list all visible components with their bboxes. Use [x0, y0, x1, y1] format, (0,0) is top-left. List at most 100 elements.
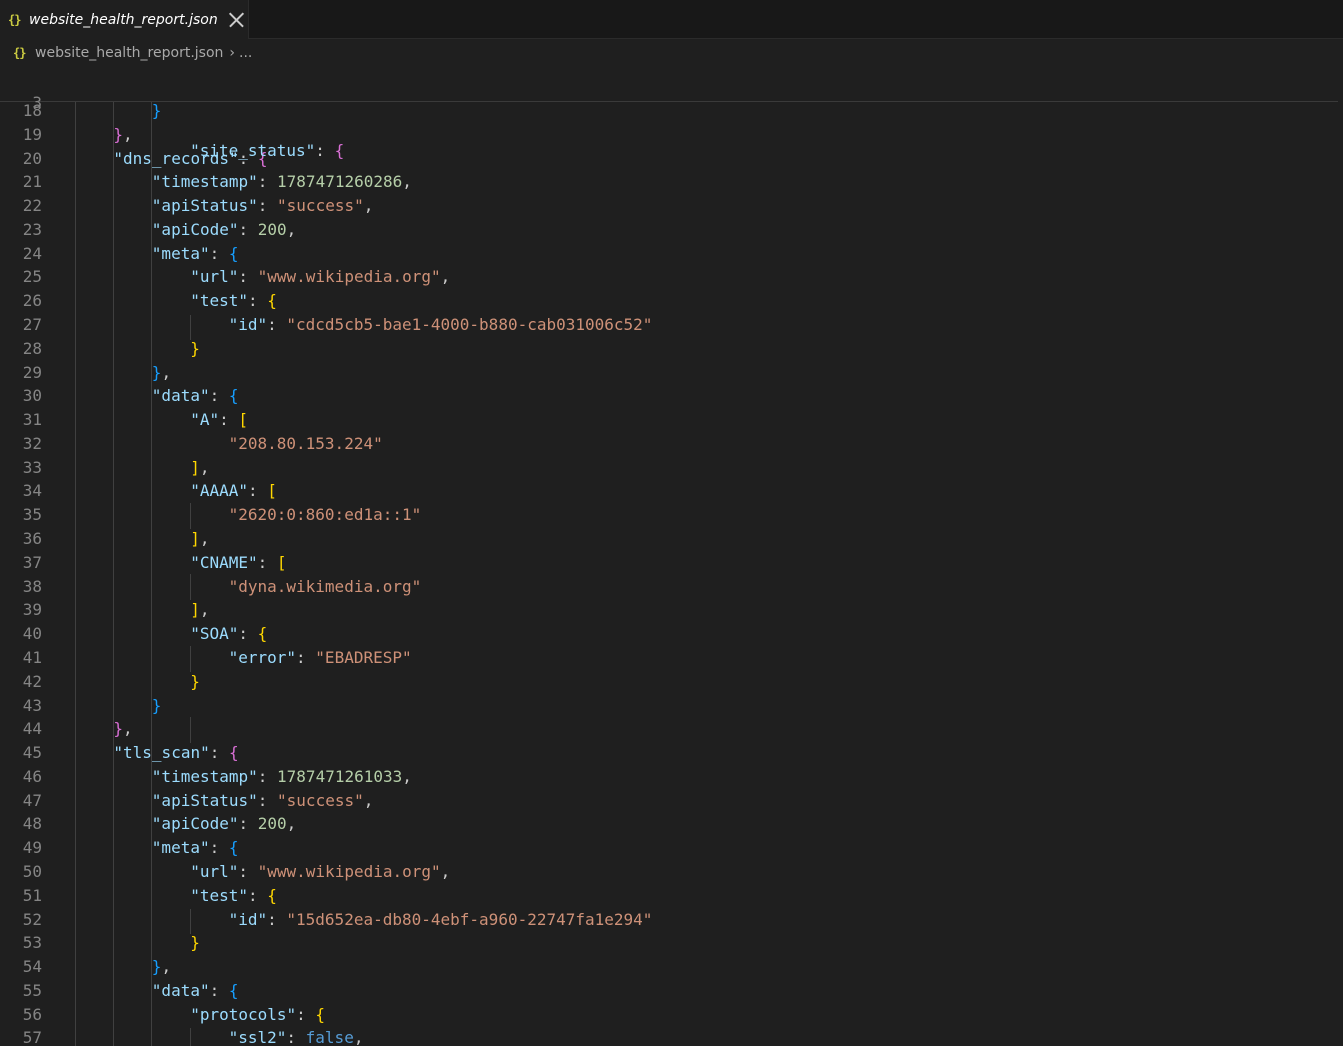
json-bracket: } [151, 957, 162, 977]
json-key: "meta" [151, 243, 210, 263]
json-punctuation: , [161, 362, 172, 382]
code-line[interactable]: 56 "protocols": { [0, 1003, 1343, 1027]
code-line[interactable]: 31 "A": [ [0, 408, 1343, 432]
line-number: 25 [22, 267, 42, 287]
code-line[interactable]: 37 "CNAME": [ [0, 551, 1343, 575]
code-line[interactable]: 48 "apiCode": 200, [0, 812, 1343, 836]
code-line[interactable]: 26 "test": { [0, 289, 1343, 313]
sticky-scroll-header[interactable]: 3 "site_status": { [0, 67, 1338, 160]
json-punctuation: , [363, 196, 374, 216]
code-line[interactable]: 44}, [0, 717, 1343, 741]
line-number: 53 [22, 933, 42, 953]
code-line[interactable]: 45 "tls_scan": { [0, 741, 1343, 765]
code-line[interactable]: 51 "test": { [0, 884, 1343, 908]
code-line[interactable]: 40 "SOA": { [0, 622, 1343, 646]
line-number: 57 [22, 1028, 42, 1046]
json-braces-icon: {} [8, 12, 21, 27]
json-key: "apiStatus" [151, 196, 258, 216]
line-number: 49 [22, 838, 42, 858]
code-line[interactable]: 52 "id": "15d652ea-db80-4ebf-a960-22747fa… [0, 908, 1343, 932]
close-icon[interactable] [227, 11, 245, 29]
json-punctuation: , [440, 267, 451, 287]
code-line[interactable]: 54}, [0, 955, 1343, 979]
code-line[interactable]: 43} [0, 694, 1343, 718]
code-line[interactable]: 55 "data": { [0, 979, 1343, 1003]
code-line[interactable]: 42} [0, 670, 1343, 694]
indent-guide [151, 101, 152, 1046]
json-punctuation: : [257, 552, 277, 572]
code-line[interactable]: 25 "url": "www.wikipedia.org", [0, 265, 1343, 289]
json-number: 200 [257, 814, 287, 834]
line-number: 37 [22, 552, 42, 572]
code-line[interactable]: 23 "apiCode": 200, [0, 218, 1343, 242]
json-key: "SOA" [190, 624, 239, 644]
code-line[interactable]: 38 "dyna.wikimedia.org" [0, 575, 1343, 599]
json-punctuation: : [286, 1028, 306, 1046]
code-line[interactable]: 49 "meta": { [0, 836, 1343, 860]
breadcrumb-file[interactable]: website_health_report.json [35, 45, 223, 61]
code-line[interactable]: 32 "208.80.153.224" [0, 432, 1343, 456]
code-editor[interactable]: 3 "site_status": { 18} 19}, 20 "dns_records… [0, 67, 1343, 1046]
code-line[interactable]: 41 "error": "EBADRESP" [0, 646, 1343, 670]
json-bracket: [ [238, 410, 248, 430]
breadcrumb-more[interactable]: ... [239, 45, 252, 61]
line-number: 31 [22, 410, 42, 430]
json-bracket: ] [190, 600, 200, 620]
code-line[interactable]: 34 "AAAA": [ [0, 479, 1343, 503]
code-line[interactable]: 47 "apiStatus": "success", [0, 789, 1343, 813]
line-number: 29 [22, 362, 42, 382]
line-number: 27 [22, 315, 42, 335]
json-punctuation: : [238, 814, 258, 834]
json-bracket: { [228, 980, 239, 1000]
json-bracket: { [228, 243, 239, 263]
line-number: 21 [22, 172, 42, 192]
code-line[interactable]: 53} [0, 931, 1343, 955]
code-line[interactable]: 29}, [0, 361, 1343, 385]
tab-label: website_health_report.json [29, 11, 218, 28]
json-punctuation: , [363, 790, 374, 810]
json-key: "site_status" [190, 141, 316, 160]
code-line[interactable]: 24 "meta": { [0, 242, 1343, 266]
line-number: 23 [22, 219, 42, 239]
json-bracket: ] [190, 529, 200, 549]
json-braces-icon: {} [13, 46, 26, 60]
indent-guide [113, 101, 114, 1046]
json-bracket: { [228, 838, 239, 858]
code-line[interactable]: 50 "url": "www.wikipedia.org", [0, 860, 1343, 884]
json-string: "2620:0:860:ed1a::1" [228, 505, 422, 525]
code-line[interactable]: 36], [0, 527, 1343, 551]
line-number: 47 [22, 790, 42, 810]
line-number: 34 [22, 481, 42, 501]
tab-bar: {} website_health_report.json [0, 0, 1343, 39]
code-line[interactable]: 27 "id": "cdcd5cb5-bae1-4000-b880-cab0310… [0, 313, 1343, 337]
json-punctuation: : [267, 909, 287, 929]
json-punctuation: : [247, 481, 268, 501]
code-line[interactable]: 57 "ssl2": false, [0, 1026, 1343, 1046]
code-line[interactable]: 28} [0, 337, 1343, 361]
line-number: 3 [32, 93, 42, 112]
code-line[interactable]: 30 "data": { [0, 384, 1343, 408]
line-number: 55 [22, 980, 42, 1000]
line-number: 48 [22, 814, 42, 834]
json-bracket: { [267, 885, 277, 905]
line-number: 33 [22, 457, 42, 477]
line-number: 42 [22, 671, 42, 691]
code-line[interactable]: 35 "2620:0:860:ed1a::1" [0, 503, 1343, 527]
code-line[interactable]: 46 "timestamp": 1787471261033, [0, 765, 1343, 789]
json-punctuation: : [257, 196, 278, 216]
json-punctuation: , [353, 1028, 364, 1046]
code-line[interactable]: 39], [0, 598, 1343, 622]
line-number: 36 [22, 529, 42, 549]
code-line[interactable]: 22 "apiStatus": "success", [0, 194, 1343, 218]
json-bracket: [ [267, 481, 277, 501]
indent-guide [190, 315, 191, 340]
json-key: "id" [228, 315, 268, 335]
code-line[interactable]: 33], [0, 456, 1343, 480]
indent-guide [190, 1028, 191, 1046]
line-number: 44 [22, 719, 42, 739]
json-bracket: } [113, 719, 124, 739]
line-number: 24 [22, 243, 42, 263]
json-punctuation: : [296, 1004, 316, 1024]
json-punctuation: : [267, 315, 287, 335]
editor-tab[interactable]: {} website_health_report.json [0, 0, 249, 39]
